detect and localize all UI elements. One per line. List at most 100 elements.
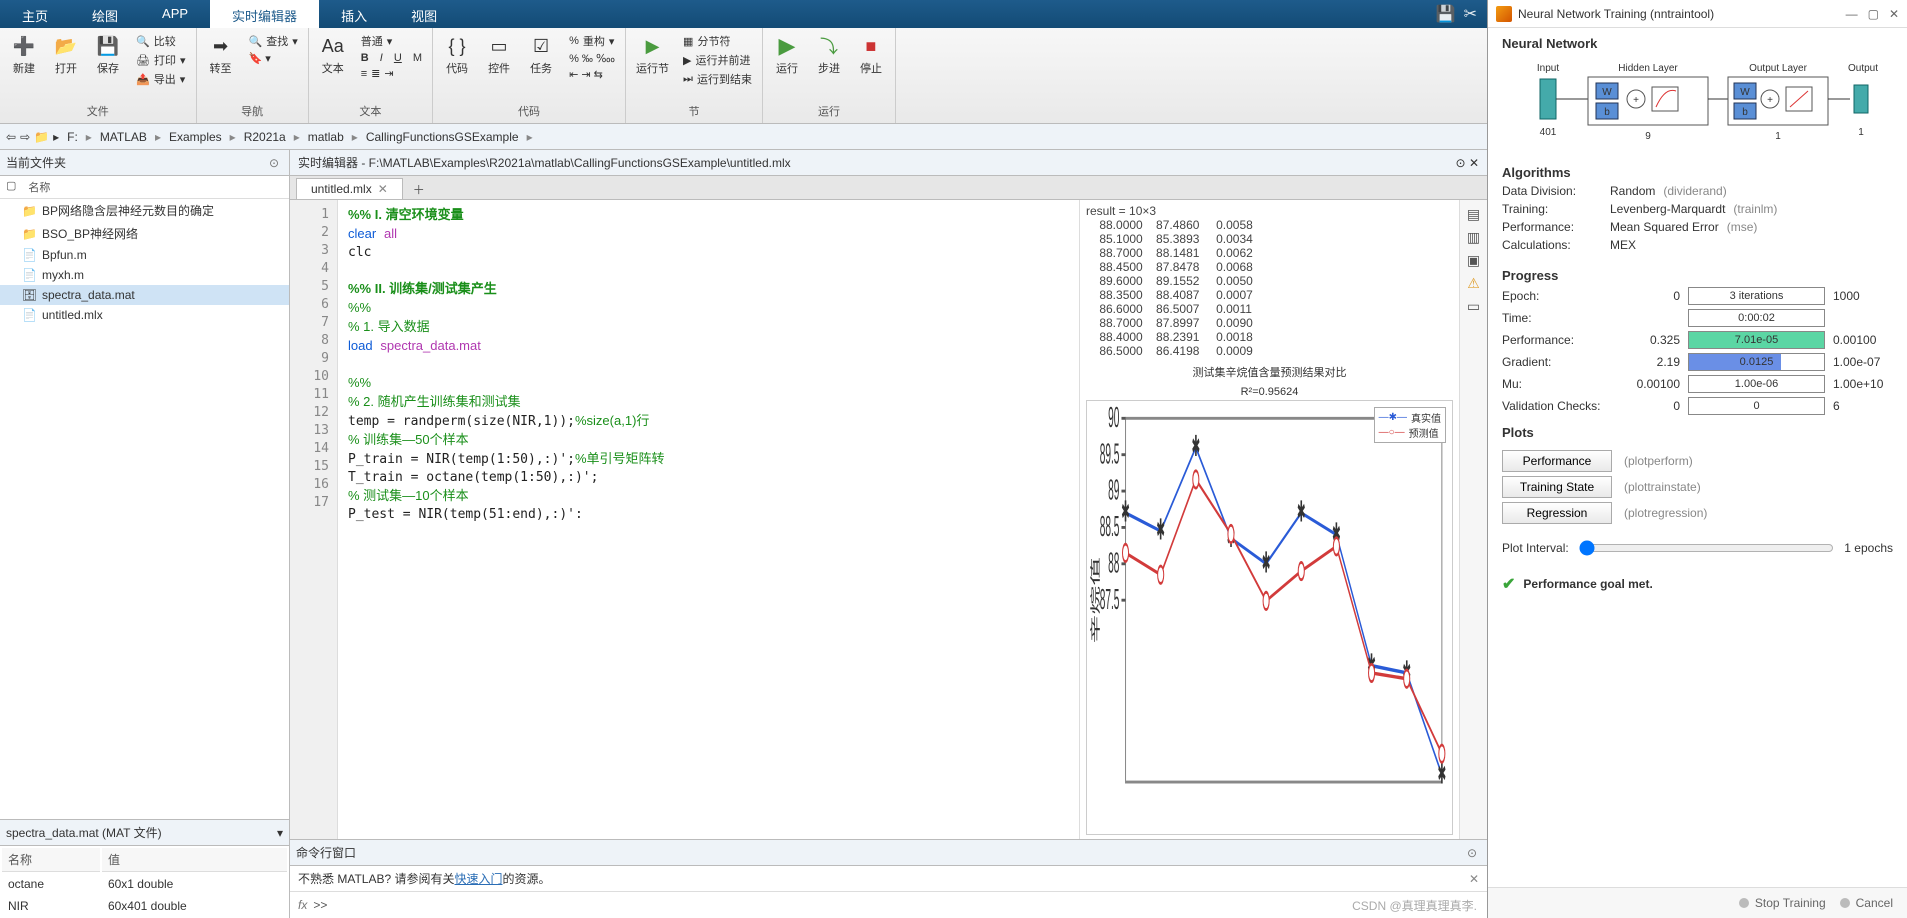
ws-hdr-value[interactable]: 值 <box>102 848 287 872</box>
split-section[interactable]: ▦ 分节符 <box>679 32 756 50</box>
out-split-icon[interactable]: ▥ <box>1467 229 1480 246</box>
compare-button[interactable]: 🔍 比较 <box>132 32 190 50</box>
tab-home[interactable]: 主页 <box>0 0 70 28</box>
output-toolbar: ▤ ▥ ▣ ⚠ ▭ <box>1459 200 1487 839</box>
editor-close-icon[interactable]: ✕ <box>1469 156 1479 170</box>
prog-label: Epoch: <box>1502 289 1622 303</box>
plot-interval-slider[interactable] <box>1579 540 1835 556</box>
res-icon[interactable]: ▭ <box>1467 298 1480 315</box>
svg-text:87.5: 87.5 <box>1100 582 1120 615</box>
file-item[interactable]: 📄myxh.m <box>0 265 289 285</box>
ws-var[interactable]: NIR <box>2 896 100 916</box>
bc-folder-icon[interactable]: 📁 <box>34 130 49 144</box>
task-button[interactable]: ☑任务 <box>523 32 559 78</box>
find-button[interactable]: 🔍 查找 ▾ <box>245 32 302 50</box>
tab-app[interactable]: APP <box>140 0 210 28</box>
textstyle-button[interactable]: Aa文本 <box>315 32 351 78</box>
run-to-end[interactable]: ⏭ 运行到结束 <box>679 70 756 88</box>
prog-left: 0 <box>1630 289 1680 303</box>
savefile-button[interactable]: 💾保存 <box>90 32 126 78</box>
cmd-hint-close-icon[interactable]: ✕ <box>1469 872 1479 886</box>
file-item[interactable]: 🗄spectra_data.mat <box>0 285 289 305</box>
tab-close-icon[interactable]: ✕ <box>378 182 388 196</box>
out-hide-icon[interactable]: ▣ <box>1467 252 1480 269</box>
editor-dock-icon[interactable]: ⊙ <box>1456 156 1466 170</box>
save-icon[interactable]: 💾 <box>1436 4 1456 24</box>
win-close-icon[interactable]: ✕ <box>1889 7 1899 21</box>
text-normal[interactable]: 普通 ▾ <box>357 32 426 50</box>
stop-button[interactable]: ■停止 <box>853 32 889 78</box>
ws-hdr-name[interactable]: 名称 <box>2 848 100 872</box>
matlab-icon <box>1496 6 1512 22</box>
ws-var[interactable]: octane <box>2 874 100 894</box>
svg-text:89: 89 <box>1108 473 1119 506</box>
plot-button[interactable]: Regression <box>1502 502 1612 524</box>
svg-text:+: + <box>1767 95 1773 106</box>
underline-button[interactable]: U <box>394 52 402 64</box>
tab-liveeditor[interactable]: 实时编辑器 <box>210 0 319 28</box>
win-min-icon[interactable]: — <box>1846 7 1858 21</box>
bc-seg[interactable]: Examples <box>165 128 226 146</box>
run-button[interactable]: ▶运行 <box>769 32 805 78</box>
plot-button[interactable]: Training State <box>1502 476 1612 498</box>
step-button[interactable]: ⤵步进 <box>811 32 847 78</box>
ws-collapse-icon[interactable]: ▾ <box>277 826 283 840</box>
tab-insert[interactable]: 插入 <box>319 0 389 28</box>
progress-grid: Epoch:03 iterations1000Time:0:00:02Perfo… <box>1488 285 1907 417</box>
list-button[interactable]: ≡ <box>361 68 367 80</box>
cmd-input[interactable]: fx>> <box>290 892 1487 918</box>
open-button[interactable]: 📂打开 <box>48 32 84 78</box>
runsection-button[interactable]: ▶运行节 <box>632 32 673 78</box>
code-button[interactable]: { }代码 <box>439 32 475 78</box>
italic-button[interactable]: I <box>380 52 383 64</box>
tab-plot[interactable]: 绘图 <box>70 0 140 28</box>
stop-training-button[interactable]: Stop Training <box>1739 896 1826 910</box>
cancel-training-button[interactable]: Cancel <box>1840 896 1893 910</box>
indent-button[interactable]: ⇥ <box>384 67 393 80</box>
fx-icon[interactable]: fx <box>298 898 307 912</box>
numlist-button[interactable]: ≣ <box>371 67 380 80</box>
new-button[interactable]: ➕新建 <box>6 32 42 78</box>
bc-seg[interactable]: matlab <box>304 128 348 146</box>
code-area[interactable]: %% I. 清空环境变量 clear all clc %% II. 训练集/测试… <box>338 200 1079 839</box>
export-button[interactable]: 📤 导出 ▾ <box>132 70 190 88</box>
goto-button[interactable]: ➡转至 <box>203 32 239 78</box>
win-max-icon[interactable]: ▢ <box>1868 7 1879 21</box>
refactor-button[interactable]: % 重构 ▾ <box>565 32 619 50</box>
warn-icon[interactable]: ⚠ <box>1467 275 1480 292</box>
mono-button[interactable]: M <box>413 52 422 64</box>
bc-seg[interactable]: F: <box>63 128 82 146</box>
bc-fwd-icon[interactable]: ⇨ <box>20 130 30 144</box>
prog-left: 0 <box>1630 399 1680 413</box>
cmd-menu-icon[interactable]: ⊙ <box>1463 846 1481 860</box>
bc-back-icon[interactable]: ⇦ <box>6 130 16 144</box>
bc-seg[interactable]: CallingFunctionsGSExample <box>362 128 523 146</box>
panel-menu-icon[interactable]: ⊙ <box>265 156 283 170</box>
bookmark-button[interactable]: 🔖 ▾ <box>245 51 302 66</box>
bc-seg[interactable]: MATLAB <box>96 128 151 146</box>
algo-sub: (trainlm) <box>1733 202 1777 216</box>
file-item[interactable]: 📄Bpfun.m <box>0 245 289 265</box>
quickstart-link[interactable]: 快速入门 <box>454 872 502 886</box>
bc-seg[interactable]: R2021a <box>240 128 290 146</box>
bold-button[interactable]: B <box>361 52 369 64</box>
plot-button[interactable]: Performance <box>1502 450 1612 472</box>
out-view-icon[interactable]: ▤ <box>1467 206 1480 223</box>
filelist-name-hdr[interactable]: 名称 <box>22 176 56 198</box>
progress-bar: 0.0125 <box>1688 353 1825 371</box>
tab-view[interactable]: 视图 <box>389 0 459 28</box>
comment-toggle[interactable]: % ‰ ‱ <box>565 51 619 66</box>
svg-text:✱: ✱ <box>1297 495 1305 528</box>
cut-icon[interactable]: ✂ <box>1464 4 1477 24</box>
file-item[interactable]: 📄untitled.mlx <box>0 305 289 325</box>
tab-add-button[interactable]: ＋ <box>403 178 435 199</box>
indent-code[interactable]: ⇤ ⇥ ⇆ <box>565 67 619 82</box>
print-button[interactable]: 🖨 打印 ▾ <box>132 51 190 69</box>
file-item[interactable]: 📁BSO_BP神经网络 <box>0 222 289 245</box>
svg-text:Input: Input <box>1536 63 1558 74</box>
editor-tab[interactable]: untitled.mlx✕ <box>296 178 403 199</box>
file-item[interactable]: 📁BP网络隐含层神经元数目的确定 <box>0 199 289 222</box>
check-icon: ✔ <box>1502 574 1515 594</box>
run-advance[interactable]: ▶ 运行并前进 <box>679 51 756 69</box>
control-button[interactable]: ▭控件 <box>481 32 517 78</box>
